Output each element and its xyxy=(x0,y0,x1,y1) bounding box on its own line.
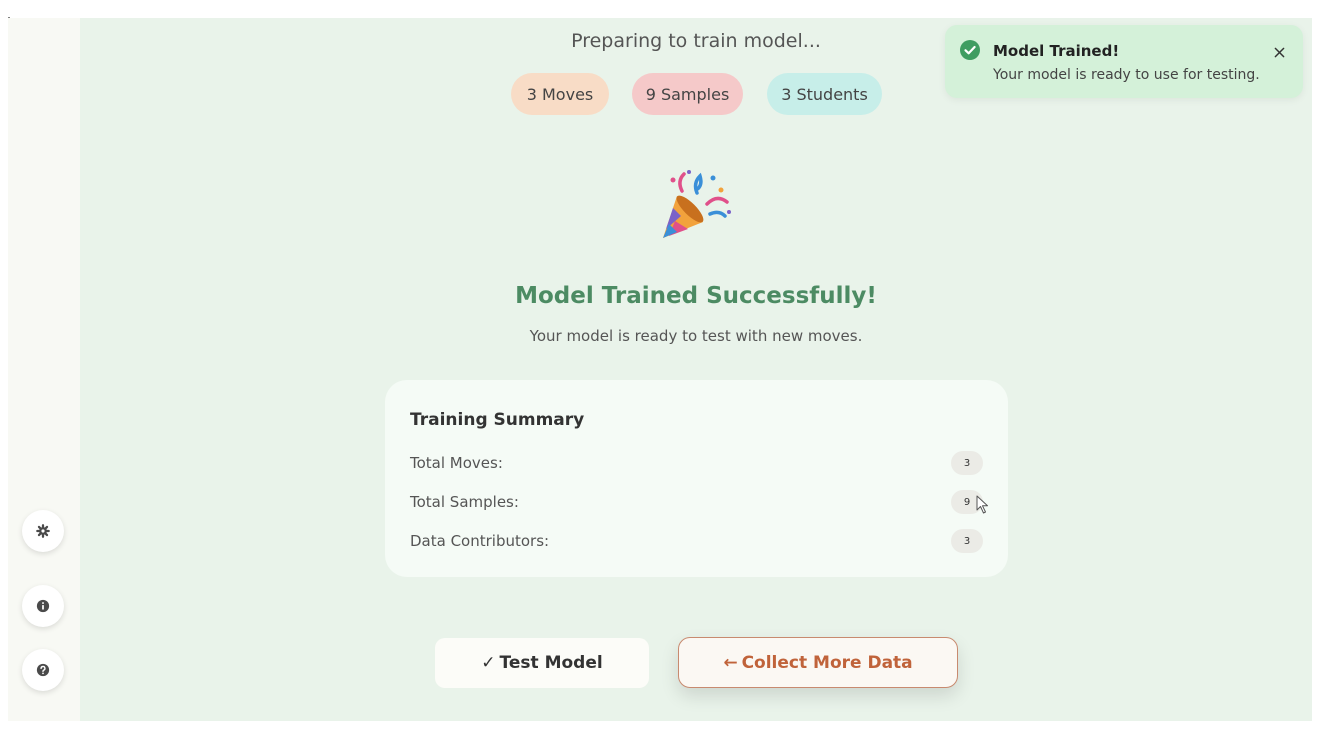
success-toast: Model Trained! Your model is ready to us… xyxy=(945,25,1303,98)
summary-row-samples: Total Samples: 9 xyxy=(410,489,983,515)
summary-row-value: 3 xyxy=(951,451,983,475)
party-popper-icon xyxy=(663,170,731,238)
sidebar xyxy=(8,18,80,721)
check-circle-icon xyxy=(960,40,980,60)
samples-pill: 9 Samples xyxy=(632,73,743,115)
test-model-button[interactable]: ✓ Test Model xyxy=(435,638,649,688)
mouse-cursor-icon xyxy=(976,495,988,514)
toast-message: Your model is ready to use for testing. xyxy=(993,67,1260,83)
info-icon xyxy=(36,599,50,613)
summary-row-label: Total Moves: xyxy=(410,454,503,472)
training-summary-card: Training Summary Total Moves: 3 Total Sa… xyxy=(385,380,1008,577)
summary-row-label: Total Samples: xyxy=(410,493,519,511)
info-button[interactable] xyxy=(22,585,64,627)
toast-close-button[interactable] xyxy=(1271,44,1287,60)
arrow-left-icon: ← xyxy=(723,652,738,673)
summary-row-moves: Total Moves: 3 xyxy=(410,450,983,476)
summary-row-value: 3 xyxy=(951,529,983,553)
close-icon xyxy=(1274,47,1284,57)
help-icon xyxy=(36,663,50,677)
students-pill: 3 Students xyxy=(767,73,882,115)
settings-button[interactable] xyxy=(22,510,64,552)
help-button[interactable] xyxy=(22,649,64,691)
collect-more-data-button[interactable]: ← Collect More Data xyxy=(678,637,958,688)
moves-pill: 3 Moves xyxy=(511,73,609,115)
test-model-label: Test Model xyxy=(499,653,603,673)
summary-row-label: Data Contributors: xyxy=(410,532,550,550)
summary-title: Training Summary xyxy=(410,410,585,430)
summary-row-contributors: Data Contributors: 3 xyxy=(410,528,983,554)
collect-more-data-label: Collect More Data xyxy=(741,652,913,673)
toast-title: Model Trained! xyxy=(993,42,1120,60)
gear-icon xyxy=(36,524,50,538)
main-content: Preparing to train model... 3 Moves 9 Sa… xyxy=(80,18,1312,721)
success-title: Model Trained Successfully! xyxy=(515,283,877,309)
checkmark-icon: ✓ xyxy=(481,653,496,673)
success-subtitle: Your model is ready to test with new mov… xyxy=(529,327,863,345)
